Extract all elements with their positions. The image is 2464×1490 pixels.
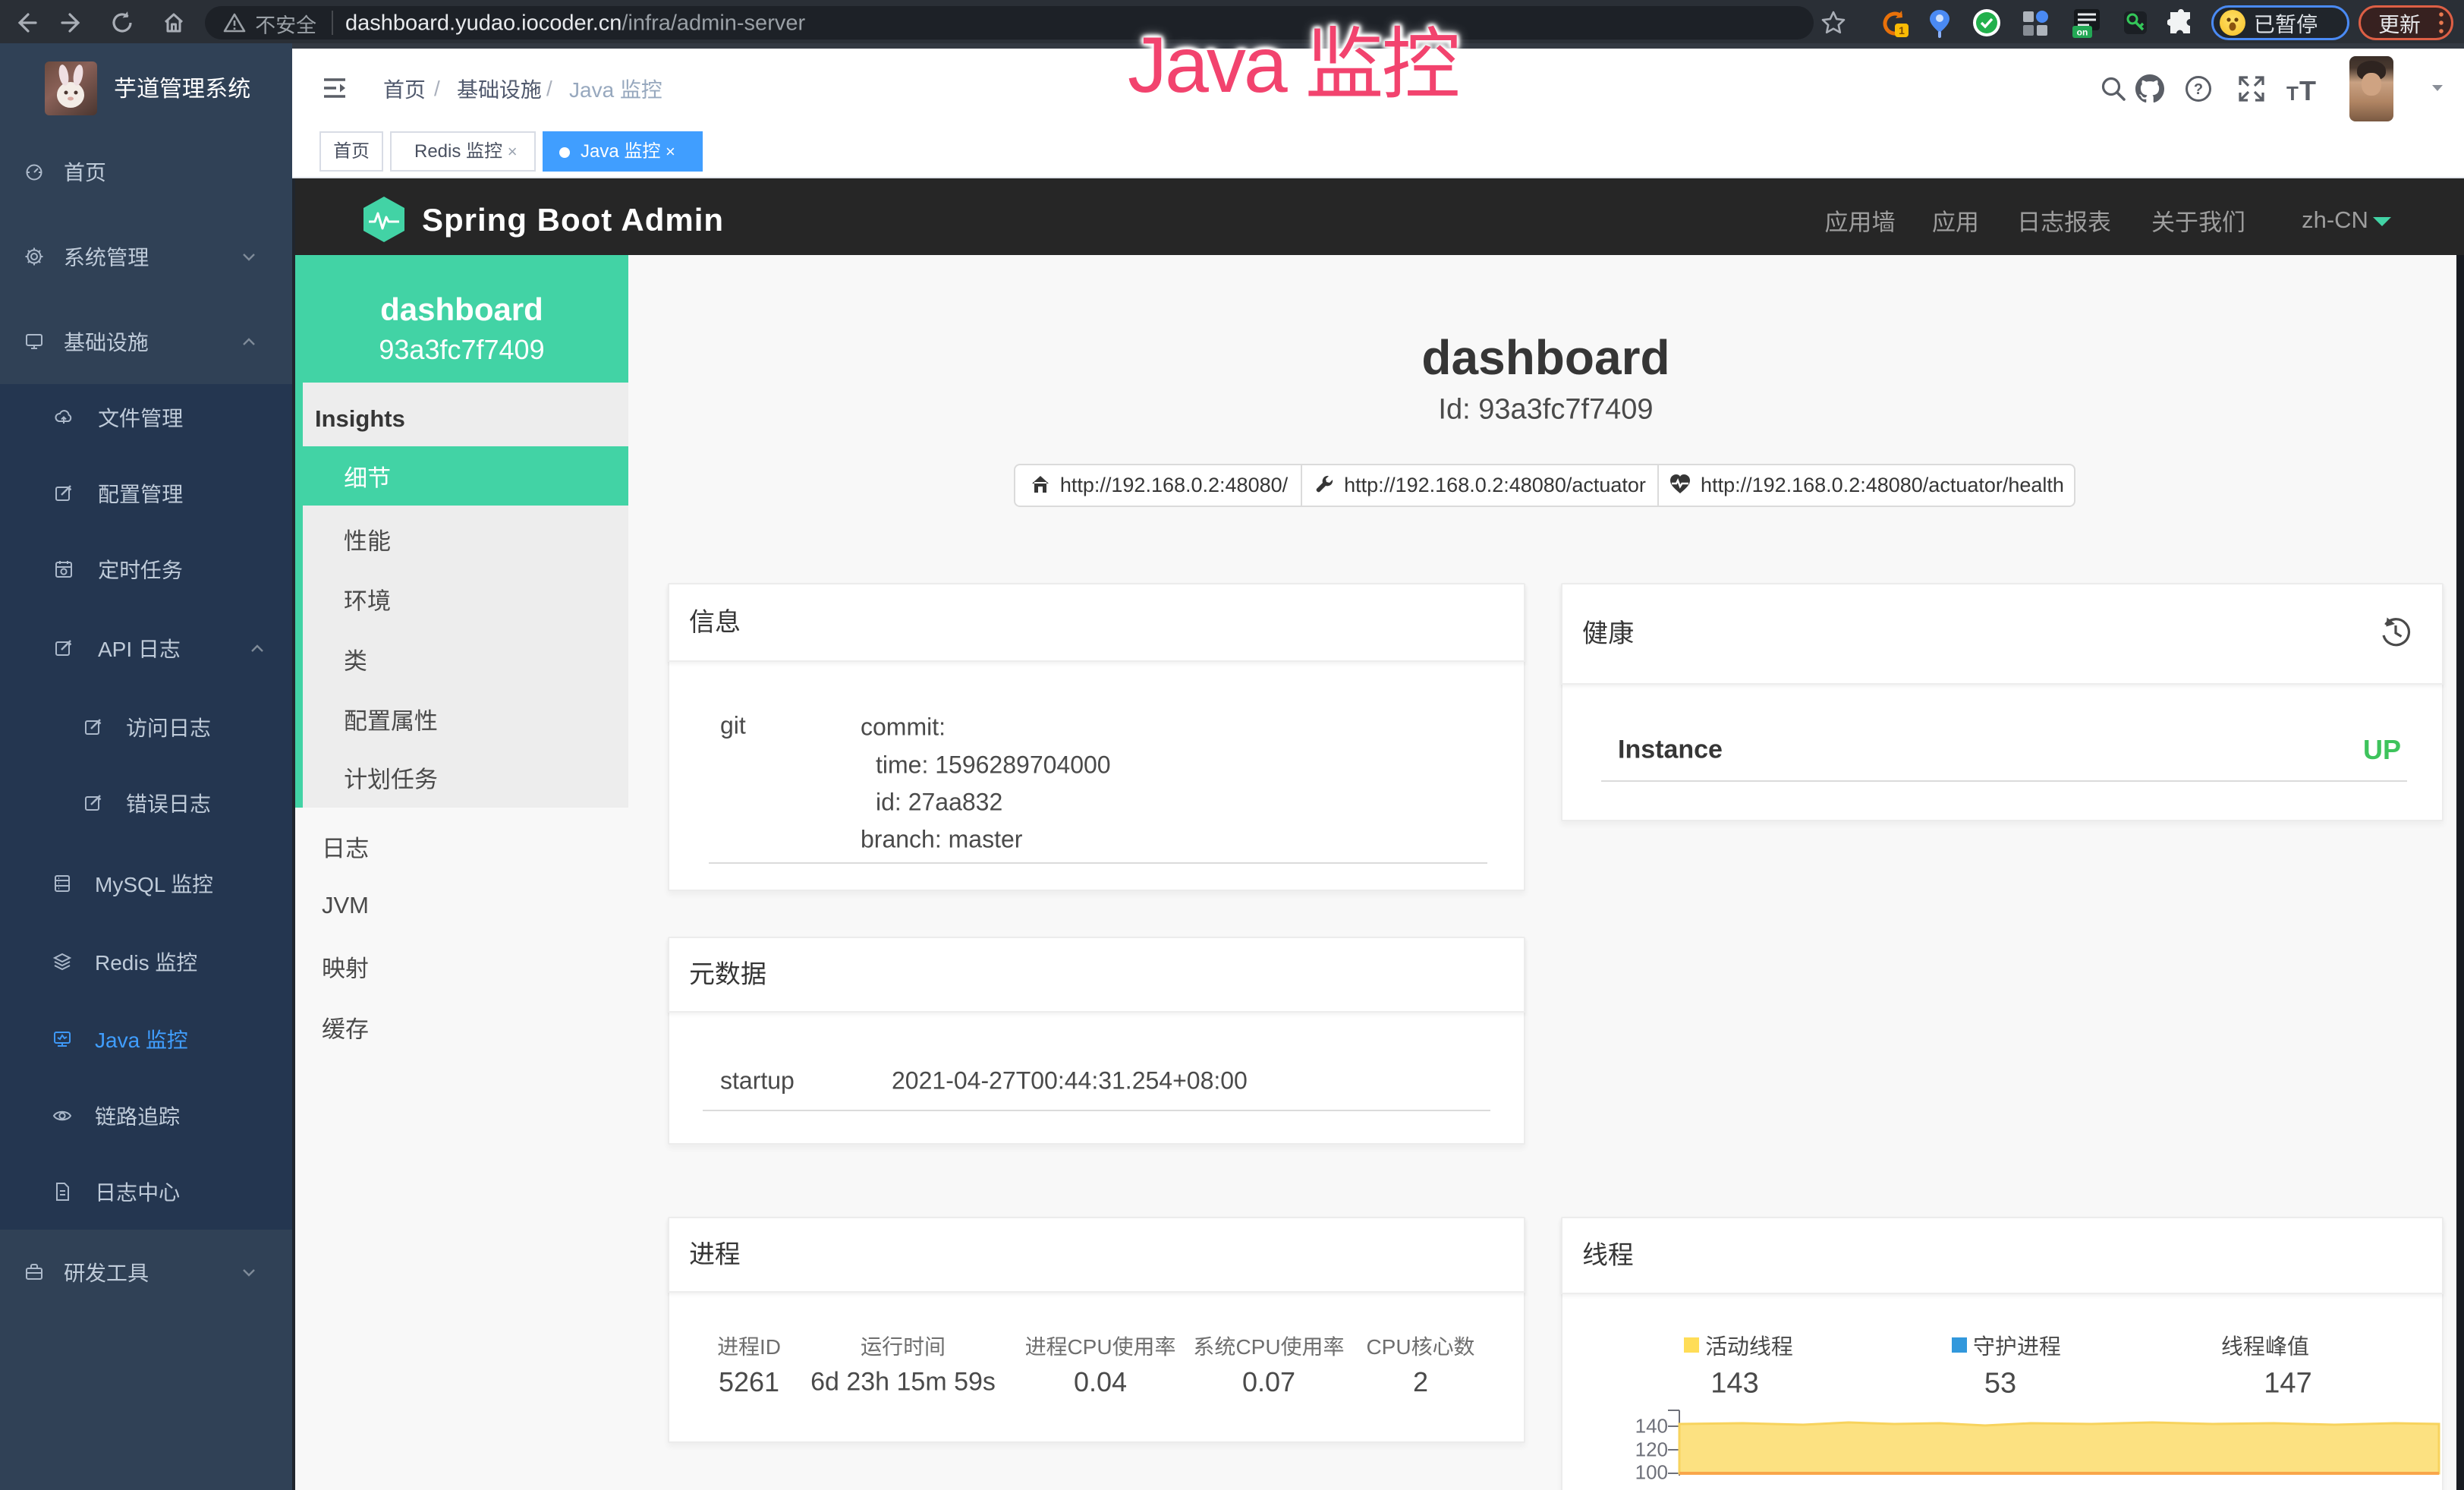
svg-text:T: T xyxy=(2299,76,2316,103)
svg-text:on: on xyxy=(2077,27,2088,38)
svg-text:1: 1 xyxy=(1899,24,1905,36)
svg-text:T: T xyxy=(2286,82,2299,103)
svg-text:?: ? xyxy=(2194,81,2203,98)
